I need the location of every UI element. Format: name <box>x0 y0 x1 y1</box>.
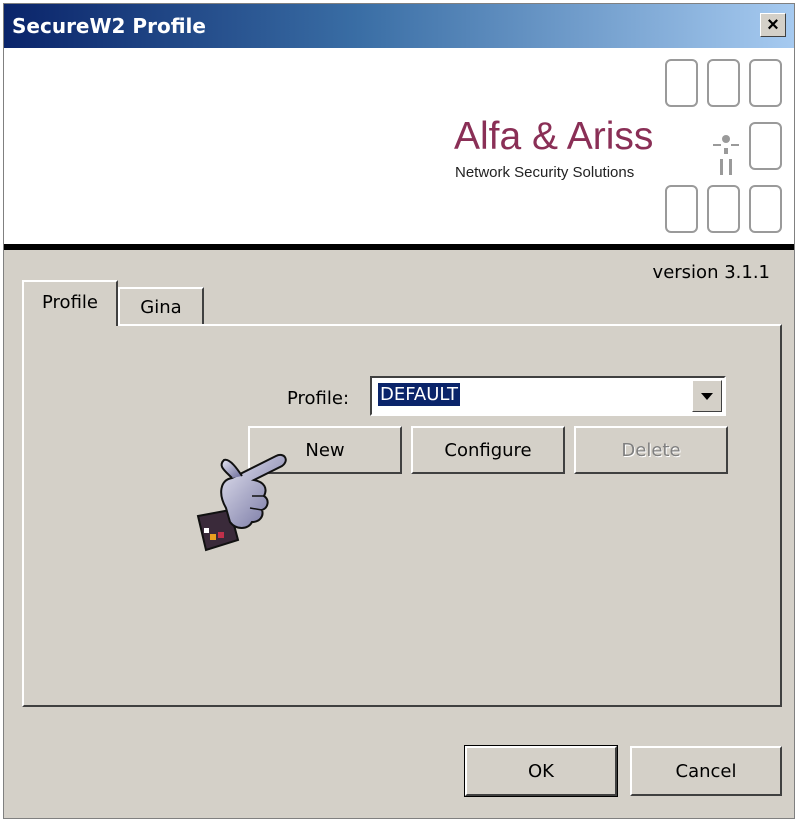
pointing-hand-icon <box>196 454 287 552</box>
profile-select-value: DEFAULT <box>378 383 460 406</box>
tab-gina[interactable]: Gina <box>118 287 204 324</box>
delete-profile-button: Delete <box>574 426 728 474</box>
close-icon: × <box>767 14 779 36</box>
tab-profile[interactable]: Profile <box>22 280 118 326</box>
title-bar[interactable]: SecureW2 Profile × <box>4 4 794 48</box>
close-button[interactable]: × <box>760 13 786 37</box>
profile-label: Profile: <box>287 388 350 409</box>
profile-select[interactable]: DEFAULT <box>370 376 726 416</box>
banner-divider <box>4 244 794 250</box>
secure-w2-profile-dialog: SecureW2 Profile × Alfa & Ariss Network … <box>3 3 795 819</box>
configure-profile-button[interactable]: Configure <box>411 426 565 474</box>
logo-figure-icon <box>713 135 739 175</box>
window-title: SecureW2 Profile <box>12 14 206 38</box>
ok-button[interactable]: OK <box>464 745 618 797</box>
cancel-button[interactable]: Cancel <box>630 746 782 796</box>
brand-subtitle: Network Security Solutions <box>455 164 635 181</box>
profile-dropdown-button[interactable] <box>692 380 722 412</box>
version-label: version 3.1.1 <box>652 262 770 283</box>
chevron-down-icon <box>701 392 713 400</box>
brand-name: Alfa & Ariss <box>454 115 654 158</box>
